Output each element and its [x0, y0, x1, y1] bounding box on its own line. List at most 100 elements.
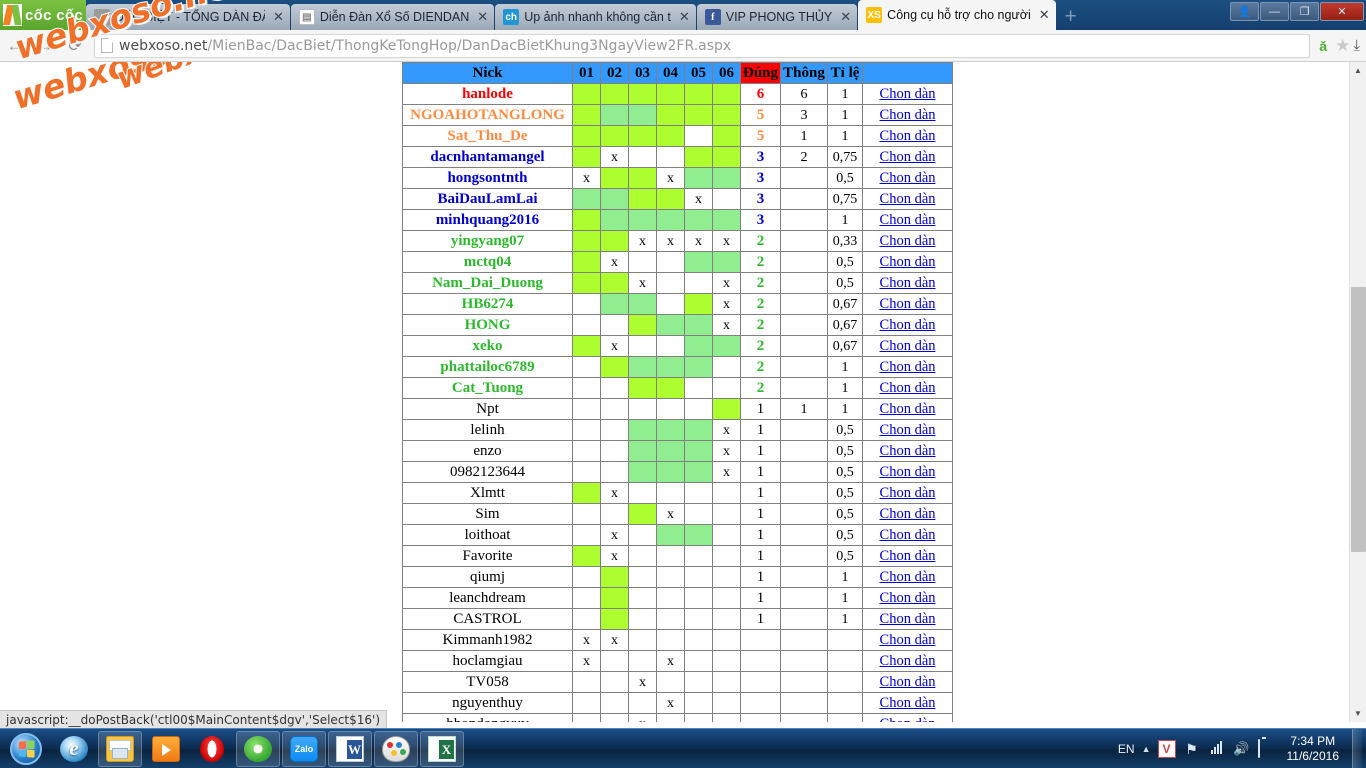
scroll-down-arrow-icon[interactable]: ▼	[1350, 705, 1366, 722]
taskbar-coc-coc-browser-icon[interactable]	[236, 730, 280, 767]
battery-icon[interactable]	[1257, 739, 1276, 758]
choose-set-link[interactable]: Chon dàn	[880, 695, 936, 711]
maximize-button[interactable]: ❐	[1290, 2, 1319, 21]
choose-set-link[interactable]: Chon dàn	[880, 653, 936, 669]
taskbar-opera-browser-icon[interactable]	[190, 731, 234, 767]
clock[interactable]: 7:34 PM 11/6/2016	[1283, 734, 1344, 764]
show-desktop-button[interactable]	[1352, 729, 1362, 768]
choose-set-link[interactable]: Chon dàn	[880, 317, 936, 333]
reload-button[interactable]: ⟳	[60, 31, 90, 61]
choose-set-link[interactable]: Chon dàn	[880, 149, 936, 165]
address-bar[interactable]: webxoso.net/MienBac/DacBiet/ThongKeTongH…	[94, 33, 1311, 58]
column-header-04[interactable]: 04	[656, 62, 685, 84]
new-tab-button[interactable]: +	[1057, 4, 1085, 30]
signal-bars-icon[interactable]	[1208, 740, 1226, 758]
browser-tab-5-active[interactable]: XS Công cụ hỗ trợ cho người ✕	[858, 0, 1056, 30]
browser-tab-1[interactable]: ĐẶC BIỆT - TỔNG DÀN ĐẶ ✕	[86, 4, 290, 30]
choose-set-link[interactable]: Chon dàn	[880, 632, 936, 648]
page-scrollbar[interactable]: ▲ ▼	[1349, 62, 1366, 722]
cell-day-06	[712, 566, 741, 588]
taskbar-microsoft-excel-icon[interactable]	[420, 730, 464, 767]
column-header-02[interactable]: 02	[600, 62, 629, 84]
choose-set-link[interactable]: Chon dàn	[880, 485, 936, 501]
browser-tab-4[interactable]: f VIP PHONG THỦY ✕	[696, 4, 858, 30]
browser-tab-3[interactable]: ch Up ảnh nhanh không cần t ✕	[495, 4, 696, 30]
choose-set-link[interactable]: Chon dàn	[880, 569, 936, 585]
taskbar-file-explorer-icon[interactable]	[98, 730, 142, 767]
language-indicator[interactable]: EN	[1118, 742, 1135, 756]
choose-set-link[interactable]: Chon dàn	[880, 296, 936, 312]
minimize-button[interactable]: —	[1260, 2, 1289, 21]
forward-button[interactable]: →	[30, 31, 60, 61]
volume-icon[interactable]: 🔊	[1233, 740, 1251, 758]
cell-day-04: x	[656, 167, 685, 189]
cell-day-04	[656, 566, 685, 588]
user-profile-button[interactable]: 👤	[1230, 2, 1259, 21]
taskbar-internet-explorer-icon[interactable]	[52, 731, 96, 767]
column-header-03[interactable]: 03	[628, 62, 657, 84]
antivirus-icon[interactable]: V	[1157, 740, 1176, 758]
close-window-button[interactable]: ✕	[1320, 2, 1364, 21]
choose-set-link[interactable]: Chon dàn	[880, 443, 936, 459]
table-row: Nam_Dai_Duong x x 2 0,5 Chon dàn	[402, 272, 954, 294]
choose-set-link[interactable]: Chon dàn	[880, 401, 936, 417]
cell-day-03	[628, 125, 657, 147]
vietnamese-input-icon[interactable]: ă	[1314, 37, 1332, 55]
choose-set-link[interactable]: Chon dàn	[880, 464, 936, 480]
choose-set-link[interactable]: Chon dàn	[880, 674, 936, 690]
tab-close-icon[interactable]: ✕	[679, 10, 690, 23]
taskbar-paint-icon[interactable]	[374, 730, 418, 767]
table-row: NGOAHOTANGLONG 5 3 1 Chon dàn	[402, 104, 954, 126]
choose-set-link[interactable]: Chon dàn	[880, 611, 936, 627]
tab-close-icon[interactable]: ✕	[273, 10, 284, 23]
tab-close-icon[interactable]: ✕	[477, 10, 488, 23]
choose-set-link[interactable]: Chon dàn	[880, 233, 936, 249]
choose-set-link[interactable]: Chon dàn	[880, 128, 936, 144]
choose-set-link[interactable]: Chon dàn	[880, 527, 936, 543]
choose-set-link[interactable]: Chon dàn	[880, 380, 936, 396]
taskbar-microsoft-word-icon[interactable]	[328, 730, 372, 767]
choose-set-link[interactable]: Chon dàn	[880, 86, 936, 102]
cell-day-01	[572, 314, 601, 336]
bookmark-star-icon[interactable]: ★	[1335, 36, 1350, 56]
taskbar-zalo-icon[interactable]	[282, 730, 326, 767]
start-button[interactable]	[0, 730, 52, 768]
choose-set-link[interactable]: Chon dàn	[880, 170, 936, 186]
download-icon[interactable]: ⤓	[1353, 37, 1360, 54]
cell-day-01	[572, 230, 601, 252]
column-header-06[interactable]: 06	[712, 62, 741, 84]
choose-set-link[interactable]: Chon dàn	[880, 548, 936, 564]
back-button[interactable]: ←	[0, 31, 30, 61]
choose-set-link[interactable]: Chon dàn	[880, 212, 936, 228]
choose-set-link[interactable]: Chon dàn	[880, 275, 936, 291]
choose-set-link[interactable]: Chon dàn	[880, 506, 936, 522]
browser-tab-2[interactable]: ▤ Diễn Đàn Xổ Số DIENDAN ✕	[290, 4, 495, 30]
choose-set-link[interactable]: Chon dàn	[880, 107, 936, 123]
tab-close-icon[interactable]: ✕	[840, 10, 851, 23]
column-header-thong[interactable]: Thông	[780, 62, 829, 84]
show-hidden-icons-icon[interactable]: ▲	[1142, 744, 1151, 754]
choose-set-link[interactable]: Chon dàn	[880, 716, 936, 723]
choose-set-link[interactable]: Chon dàn	[880, 338, 936, 354]
column-header-dung[interactable]: Đúng	[739, 62, 782, 84]
cell-day-05	[684, 167, 713, 189]
choose-set-link[interactable]: Chon dàn	[880, 191, 936, 207]
column-header-05[interactable]: 05	[684, 62, 713, 84]
page-content: Nick 01 02 03 04 05 06 Đúng Thông Tỉ lệ …	[0, 62, 1366, 722]
cell-thong	[780, 440, 829, 462]
action-center-flag-icon[interactable]: ⚑	[1183, 740, 1201, 758]
scrollbar-thumb[interactable]	[1351, 287, 1366, 552]
column-header-nick[interactable]: Nick	[402, 62, 573, 84]
cell-nick: Sat_Thu_De	[402, 125, 573, 147]
choose-set-link[interactable]: Chon dàn	[880, 359, 936, 375]
column-header-tile[interactable]: Tỉ lệ	[827, 62, 864, 84]
tab-close-icon[interactable]: ✕	[1039, 8, 1050, 21]
cell-day-04	[656, 587, 685, 609]
column-header-01[interactable]: 01	[572, 62, 601, 84]
taskbar-windows-media-player-icon[interactable]	[144, 731, 188, 767]
scroll-up-arrow-icon[interactable]: ▲	[1350, 62, 1366, 79]
choose-set-link[interactable]: Chon dàn	[880, 422, 936, 438]
cell-thong	[780, 650, 829, 672]
choose-set-link[interactable]: Chon dàn	[880, 254, 936, 270]
choose-set-link[interactable]: Chon dàn	[880, 590, 936, 606]
